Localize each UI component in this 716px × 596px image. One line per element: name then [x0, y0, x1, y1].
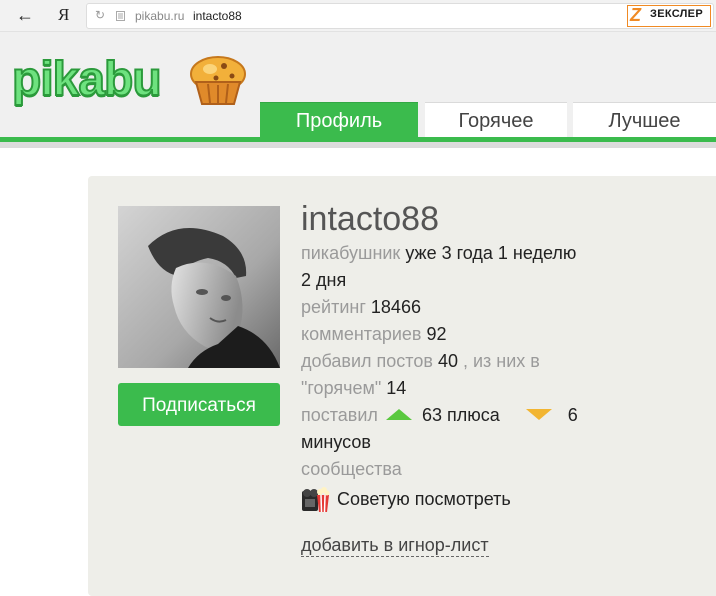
header-shadow-bar [0, 142, 716, 148]
profile-card: Подписаться intacto88 пикабушник уже 3 г… [88, 176, 716, 596]
site-header: pikabu Профиль Горячее Лучшее [0, 32, 716, 140]
minus-arrow-icon [525, 408, 552, 420]
posts-hot-value: 14 [386, 378, 407, 398]
address-bar[interactable]: ↻ pikabu.ru intacto88 Z ЗЕКСЛЕР [86, 3, 714, 29]
posts-hot-line: "горячем" 14 [301, 375, 716, 402]
minuses-count: 6 [567, 405, 578, 425]
rating-value: 18466 [370, 297, 421, 317]
pluses-count: 63 плюса [421, 405, 500, 425]
rating-label: рейтинг [301, 297, 366, 317]
posts-line: добавил постов 40 , из них в [301, 348, 716, 375]
minuses-label: минусов [301, 432, 371, 452]
pikabushnik-label: пикабушник [301, 243, 401, 263]
comments-label: комментариев [301, 324, 422, 344]
voted-label: поставил [301, 405, 378, 425]
rating-line: рейтинг 18466 [301, 294, 716, 321]
url-path: intacto88 [193, 9, 242, 23]
community-item[interactable]: Советую посмотреть [301, 485, 716, 513]
comments-value: 92 [426, 324, 447, 344]
page-icon [116, 11, 125, 21]
avatar[interactable] [118, 206, 280, 368]
tab-profile[interactable]: Профиль [260, 102, 418, 140]
profile-info: intacto88 пикабушник уже 3 года 1 неделю… [301, 198, 716, 557]
yandex-button[interactable]: Я [58, 5, 69, 25]
membership-line-cont: 2 дня [301, 270, 347, 290]
membership-line: пикабушник уже 3 года 1 неделю [301, 240, 716, 267]
back-arrow-icon[interactable]: ← [16, 5, 34, 26]
posts-hot-prefix: , из них в [462, 351, 540, 371]
votes-line: поставил 63 плюса 6 [301, 402, 716, 429]
posts-label: добавил постов [301, 351, 433, 371]
zexler-label: ЗЕКСЛЕР [650, 8, 703, 20]
tab-hot[interactable]: Горячее [425, 102, 567, 140]
logo-text: pikabu [11, 52, 163, 107]
subscribe-button[interactable]: Подписаться [118, 383, 280, 426]
avatar-image [118, 206, 280, 368]
membership-duration: уже 3 года 1 неделю [405, 243, 577, 263]
zexler-logo-icon: Z [630, 5, 641, 25]
movie-popcorn-icon [302, 487, 330, 513]
username: intacto88 [301, 200, 439, 238]
tab-best[interactable]: Лучшее [573, 102, 716, 140]
community-link[interactable]: Советую посмотреть [337, 489, 511, 510]
reload-icon[interactable]: ↻ [95, 8, 105, 22]
muffin-icon [190, 56, 246, 105]
add-to-ignore-link[interactable]: добавить в игнор-лист [301, 534, 489, 557]
url-host: pikabu.ru [135, 9, 185, 23]
zexler-badge: Z ЗЕКСЛЕР [627, 5, 711, 27]
communities-label: сообщества [301, 459, 402, 479]
posts-hot-label: "горячем" [301, 378, 382, 398]
posts-value: 40 [437, 351, 458, 371]
browser-toolbar: ← Я ↻ pikabu.ru intacto88 Z ЗЕКСЛЕР [0, 0, 716, 32]
comments-line: комментариев 92 [301, 321, 716, 348]
plus-arrow-icon [385, 408, 412, 420]
